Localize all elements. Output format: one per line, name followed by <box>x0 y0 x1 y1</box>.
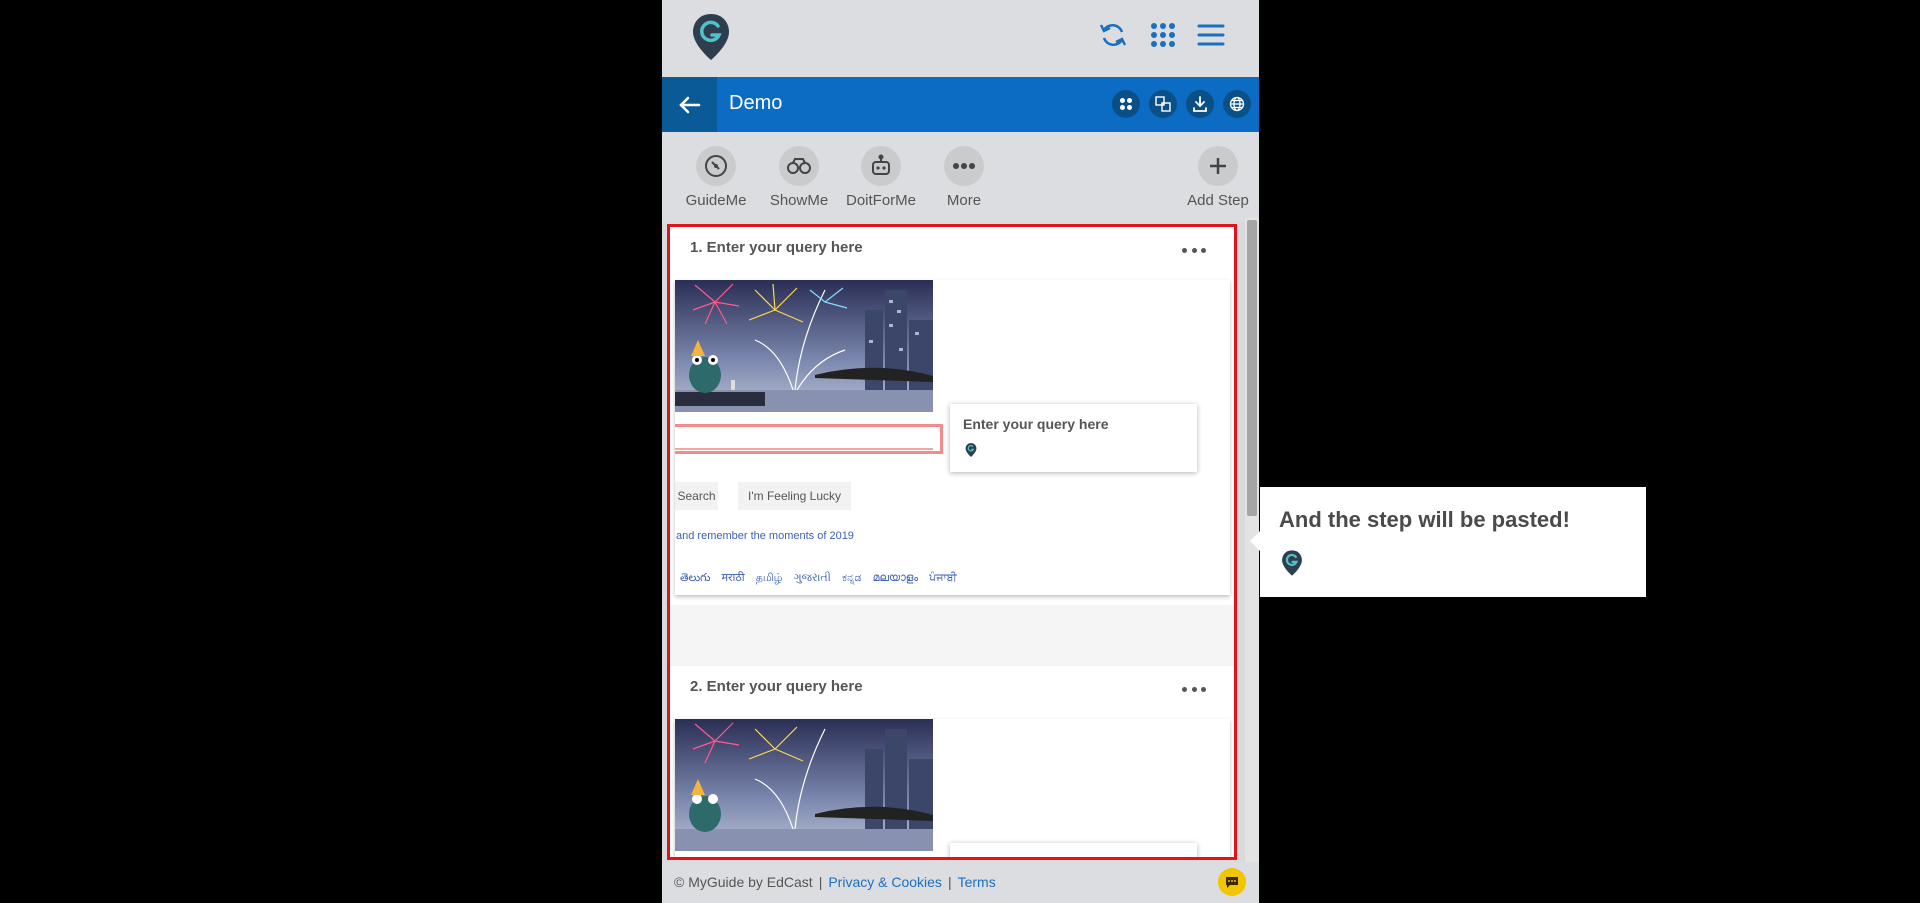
myguide-pin-icon <box>965 442 977 463</box>
footer: © MyGuide by EdCast | Privacy & Cookies | Te… <box>662 862 1259 903</box>
doitforme-button[interactable]: DoitForMe <box>841 146 921 209</box>
doodle-image <box>675 280 933 412</box>
showme-label: ShowMe <box>769 192 829 209</box>
step-header: 1. Enter your query here <box>670 227 1234 277</box>
download-icon[interactable] <box>1186 90 1214 118</box>
step-tooltip-text: Enter your query here <box>963 416 1109 432</box>
step-header: 2. Enter your query here <box>670 666 1234 716</box>
more-dots-icon <box>944 146 984 186</box>
play-mode-toolbar: GuideMe ShowMe DoitForMe More Add Step <box>662 132 1259 222</box>
doodle-link: and remember the moments of 2019 <box>676 530 854 542</box>
more-button[interactable]: More <box>924 146 1004 209</box>
top-bar <box>662 0 1259 77</box>
copyright-text: © MyGuide by EdCast <box>674 874 813 890</box>
myguide-panel: Demo GuideMe ShowMe DoitForMe More Add S… <box>662 0 1259 903</box>
add-step-label: Add Step <box>1187 192 1249 209</box>
step-tooltip-preview <box>950 843 1197 857</box>
guideme-button[interactable]: GuideMe <box>676 146 756 209</box>
chat-icon[interactable] <box>1218 868 1246 896</box>
guide-header: Demo <box>662 77 1259 132</box>
step-screenshot: Enter your query here Search I'm Feeling… <box>675 280 1230 595</box>
doitforme-label: DoitForMe <box>845 192 916 209</box>
language-link: తెలుగు <box>680 572 711 584</box>
step-card[interactable]: 2. Enter your query here <box>670 666 1234 857</box>
step-title: 2. Enter your query here <box>690 678 863 695</box>
language-link: ਪੰਜਾਬੀ <box>929 572 957 584</box>
arrow-left-icon <box>678 96 700 113</box>
google-search-button: Search <box>675 482 718 510</box>
step-card[interactable]: 1. Enter your query here Enter your quer… <box>670 227 1234 605</box>
add-step-button[interactable]: Add Step <box>1178 146 1258 209</box>
guide-tooltip-text: And the step will be pasted! <box>1279 507 1570 532</box>
language-link: ગુજરાતી <box>793 572 831 584</box>
binoculars-icon <box>779 146 819 186</box>
step-tooltip-preview: Enter your query here <box>950 404 1197 472</box>
back-button[interactable] <box>662 77 717 132</box>
step-screenshot <box>675 719 1230 857</box>
step-options-icon[interactable] <box>1182 243 1206 257</box>
translate-icon[interactable] <box>1149 90 1177 118</box>
more-label: More <box>946 192 982 209</box>
guide-title: Demo <box>729 92 783 114</box>
terms-link[interactable]: Terms <box>958 874 996 890</box>
compass-icon <box>696 146 736 186</box>
feeling-lucky-button: I'm Feeling Lucky <box>738 482 851 510</box>
guideme-label: GuideMe <box>685 192 747 209</box>
globe-icon[interactable] <box>1223 90 1251 118</box>
myguide-logo <box>691 12 731 62</box>
step-title: 1. Enter your query here <box>690 239 863 256</box>
showme-button[interactable]: ShowMe <box>759 146 839 209</box>
language-link: ಕನ್ನಡ <box>841 572 862 584</box>
apps-icon[interactable] <box>1112 90 1140 118</box>
language-link: मराठी <box>721 572 745 584</box>
privacy-link[interactable]: Privacy & Cookies <box>828 874 942 890</box>
robot-icon <box>861 146 901 186</box>
doodle-image <box>675 719 933 851</box>
apps-grid-icon[interactable] <box>1146 18 1180 52</box>
guide-tooltip: And the step will be pasted! <box>1260 487 1646 597</box>
language-link: മലയാളം <box>872 572 919 584</box>
steps-list[interactable]: 1. Enter your query here Enter your quer… <box>667 224 1237 860</box>
step-options-icon[interactable] <box>1182 682 1206 696</box>
language-links: తెలుగు मराठी தமிழ் ગુજરાતી ಕನ್ನಡ മലയാളം … <box>680 570 965 587</box>
highlighted-search-box <box>675 424 943 454</box>
refresh-icon[interactable] <box>1096 18 1130 52</box>
scrollbar-thumb[interactable] <box>1247 220 1257 516</box>
myguide-pin-icon <box>1281 548 1303 583</box>
hamburger-menu-icon[interactable] <box>1194 18 1228 52</box>
plus-icon <box>1198 146 1238 186</box>
language-link: தமிழ் <box>755 572 783 584</box>
